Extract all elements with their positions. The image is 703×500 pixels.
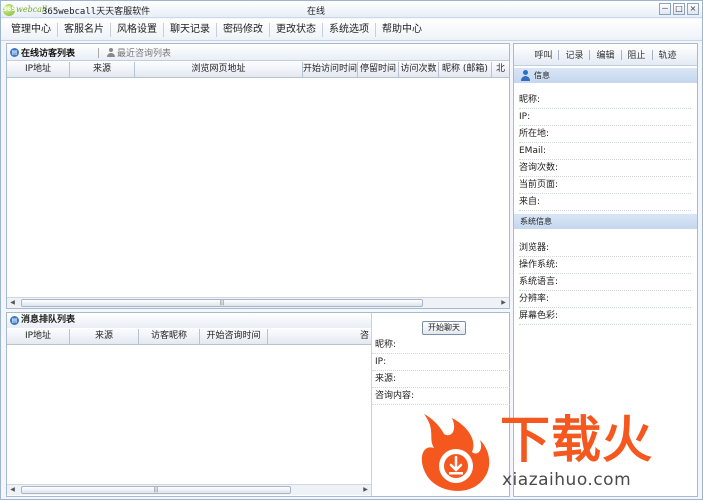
block-button[interactable]: 阻止 — [622, 48, 652, 61]
menu-change-password[interactable]: 密码修改 — [217, 19, 269, 41]
col-visit-count[interactable]: 访问次数 — [399, 62, 439, 77]
tab-recent-label: 最近咨询列表 — [117, 49, 172, 59]
queue-table-body[interactable] — [7, 346, 371, 484]
queue-field-nickname: 昵称: — [372, 337, 510, 354]
col-more[interactable]: 北 — [492, 62, 509, 77]
col-ip[interactable]: IP地址 — [7, 62, 70, 77]
minimize-button[interactable]: － — [659, 3, 671, 15]
col-ip[interactable]: IP地址 — [7, 329, 70, 344]
col-stay-time[interactable]: 停留时间 — [358, 62, 399, 77]
sys-field-language: 系统语言: — [519, 274, 691, 291]
edit-button[interactable]: 编辑 — [590, 48, 620, 61]
sys-field-browser: 浏览器: — [519, 240, 691, 257]
person-icon — [107, 48, 115, 57]
close-button[interactable]: × — [687, 3, 699, 15]
queue-hscrollbar[interactable]: ◀ ||| ▶ — [7, 484, 371, 495]
user-icon — [520, 70, 531, 81]
queue-header: ▤ 消息排队列表 — [7, 313, 371, 328]
info-title: 信息 — [534, 71, 550, 80]
menu-bar: 管理中心 客服名片 风格设置 聊天记录 密码修改 更改状态 系统选项 帮助中心 — [1, 19, 702, 41]
queue-table-header: IP地址 来源 访客昵称 开始咨询时间 咨 — [7, 329, 371, 345]
queue-field-source: 来源: — [372, 371, 510, 388]
info-field-nickname: 昵称: — [519, 92, 691, 109]
tab-divider — [98, 48, 99, 58]
visitor-tabs: ▤ 在线访客列表 最近咨询列表 — [7, 44, 509, 61]
maximize-button[interactable]: □ — [673, 3, 685, 15]
visitor-toolbar: 呼叫 记录 编辑 阻止 轨迹 — [514, 44, 697, 66]
col-page-url[interactable]: 浏览网页地址 — [135, 62, 303, 77]
call-button[interactable]: 呼叫 — [528, 48, 558, 61]
start-chat-button[interactable]: 开始聊天 — [422, 321, 466, 335]
system-title: 系统信息 — [520, 217, 552, 226]
info-field-location: 所在地: — [519, 126, 691, 143]
info-field-ip: IP: — [519, 109, 691, 126]
track-button[interactable]: 轨迹 — [653, 48, 683, 61]
sys-field-resolution: 分辨率: — [519, 291, 691, 308]
queue-field-content: 咨询内容: — [372, 388, 510, 405]
scroll-left-icon[interactable]: ◀ — [7, 298, 18, 308]
online-status: 在线 — [307, 7, 326, 17]
col-source[interactable]: 来源 — [70, 62, 135, 77]
scroll-right-icon[interactable]: ▶ — [498, 298, 509, 308]
menu-change-status[interactable]: 更改状态 — [270, 19, 322, 41]
col-source[interactable]: 来源 — [70, 329, 139, 344]
menu-agent-card[interactable]: 客服名片 — [58, 19, 110, 41]
visitor-hscrollbar[interactable]: ◀ ||| ▶ — [7, 297, 509, 308]
visitor-panel: ▤ 在线访客列表 最近咨询列表 IP地址 来源 浏览网页地址 开始访问时间 停留… — [6, 43, 510, 309]
info-field-referrer: 来自: — [519, 194, 691, 211]
watermark-domain: xiazaihuo.com — [502, 470, 632, 490]
flame-logo-icon — [421, 414, 490, 491]
tab-online-label: 在线访客列表 — [21, 49, 76, 59]
tab-online-visitors[interactable]: ▤ 在线访客列表 — [10, 46, 75, 59]
app-logo: 365 webcall — [3, 3, 47, 16]
visitor-table-body[interactable] — [7, 79, 509, 297]
info-field-current-page: 当前页面: — [519, 177, 691, 194]
window-controls: － □ × — [659, 3, 699, 15]
record-button[interactable]: 记录 — [559, 48, 589, 61]
sys-field-color-depth: 屏幕色彩: — [519, 308, 691, 325]
scroll-thumb[interactable]: ||| — [21, 299, 423, 307]
col-consult[interactable]: 咨 — [268, 329, 371, 344]
watermark: 下载火 xiazaihuo.com — [410, 408, 700, 498]
info-section-header: 信息 — [514, 68, 697, 83]
col-nickname[interactable]: 昵称 (邮箱) — [439, 62, 492, 77]
visitor-table-header: IP地址 来源 浏览网页地址 开始访问时间 停留时间 访问次数 昵称 (邮箱) … — [7, 62, 509, 78]
queue-field-ip: IP: — [372, 354, 510, 371]
menu-admin-center[interactable]: 管理中心 — [5, 19, 57, 41]
menu-help-center[interactable]: 帮助中心 — [376, 19, 428, 41]
watermark-brand: 下载火 — [500, 411, 653, 469]
queue-title: 消息排队列表 — [21, 315, 76, 325]
info-field-consult-count: 咨询次数: — [519, 160, 691, 177]
info-field-email: EMail: — [519, 143, 691, 160]
scroll-left-icon[interactable]: ◀ — [7, 485, 18, 495]
menu-system-options[interactable]: 系统选项 — [323, 19, 375, 41]
queue-list-icon: ▤ — [10, 316, 19, 325]
app-title: 365webcall天天客服软件 — [42, 7, 151, 17]
scroll-thumb[interactable]: ||| — [21, 486, 291, 494]
menu-chat-history[interactable]: 聊天记录 — [164, 19, 216, 41]
sys-field-os: 操作系统: — [519, 257, 691, 274]
col-visitor-nickname[interactable]: 访客昵称 — [139, 329, 200, 344]
system-section-header: 系统信息 — [514, 214, 697, 229]
tab-recent-consultations[interactable]: 最近咨询列表 — [107, 46, 171, 59]
title-bar: 365 webcall 365webcall天天客服软件 在线 － □ × — [1, 1, 702, 18]
visitor-list-icon: ▤ — [10, 48, 19, 57]
menu-style-settings[interactable]: 风格设置 — [111, 19, 163, 41]
col-consult-start[interactable]: 开始咨询时间 — [200, 329, 268, 344]
scroll-right-icon[interactable]: ▶ — [360, 485, 371, 495]
col-start-time[interactable]: 开始访问时间 — [303, 62, 358, 77]
logo-ball-icon: 365 — [3, 3, 16, 16]
